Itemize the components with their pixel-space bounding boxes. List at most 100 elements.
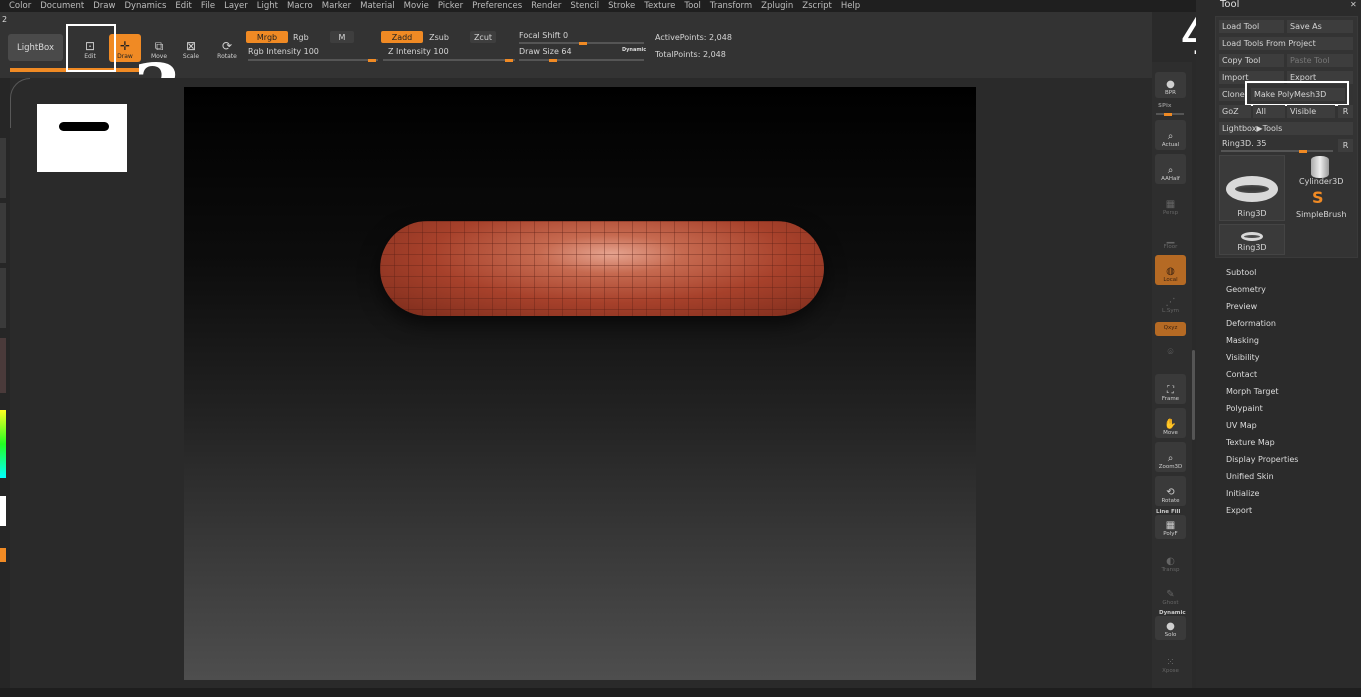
load-tool-button[interactable]: Load Tool [1219,20,1284,33]
tool-thumb-simplebrush-label[interactable]: SimpleBrush [1296,210,1346,219]
rotate-button[interactable]: ⟳ Rotate [211,34,243,62]
axis-lock-buttons[interactable]: ⌾ [1155,338,1186,368]
tool-section-contact[interactable]: Contact [1226,370,1257,379]
menu-item-preferences[interactable]: Preferences [472,1,522,11]
rgb-intensity-knob[interactable] [368,58,376,62]
tool-section-deformation[interactable]: Deformation [1226,319,1276,328]
menu-item-zplugin[interactable]: Zplugin [761,1,793,11]
menu-item-edit[interactable]: Edit [175,1,191,11]
tool-section-display-properties[interactable]: Display Properties [1226,455,1298,464]
dynamic-toggle[interactable]: Dynamic [622,47,646,53]
menu-item-transform[interactable]: Transform [710,1,752,11]
lightbox-button[interactable]: LightBox [8,34,63,61]
tool-section-texture-map[interactable]: Texture Map [1226,438,1275,447]
tool-section-morph-target[interactable]: Morph Target [1226,387,1279,396]
simplebrush-icon[interactable]: S [1312,188,1324,207]
goz-r-button[interactable]: R [1338,105,1353,118]
menu-item-help[interactable]: Help [841,1,860,11]
qxyz-button[interactable]: Qxyz [1155,322,1186,336]
floor-button[interactable]: ▁ Floor [1155,222,1186,252]
secondary-color-swatch[interactable] [0,548,6,562]
main-color-swatch[interactable] [0,496,6,526]
ring3d-slider[interactable] [1221,149,1333,153]
menu-item-stencil[interactable]: Stencil [570,1,599,11]
tool-section-visibility[interactable]: Visibility [1226,353,1260,362]
tool-section-preview[interactable]: Preview [1226,302,1257,311]
menu-item-dynamics[interactable]: Dynamics [124,1,166,11]
tray-slot[interactable] [0,138,6,198]
load-tools-from-project-button[interactable]: Load Tools From Project [1219,37,1353,50]
actual-button[interactable]: ⌕ Actual [1155,120,1186,150]
tool-section-initialize[interactable]: Initialize [1226,489,1259,498]
goz-visible-button[interactable]: Visible [1287,105,1335,118]
menu-item-material[interactable]: Material [360,1,395,11]
xpose-button[interactable]: ⁙ Xpose [1155,646,1186,676]
shelf-scrollbar[interactable] [1192,350,1195,440]
aahalf-button[interactable]: ⌕ AAHalf [1155,154,1186,184]
menu-item-macro[interactable]: Macro [287,1,313,11]
tool-section-polypaint[interactable]: Polypaint [1226,404,1263,413]
mrgb-toggle[interactable]: Mrgb [246,31,288,43]
move-view-button[interactable]: ✋ Move [1155,408,1186,438]
rotate-view-button[interactable]: ⟲ Rotate [1155,476,1186,506]
draw-size-slider[interactable] [519,58,644,62]
zadd-toggle[interactable]: Zadd [381,31,423,43]
tool-section-masking[interactable]: Masking [1226,336,1259,345]
spix-knob[interactable] [1164,112,1172,116]
cylinder3d-icon[interactable] [1311,156,1329,178]
tool-section-export[interactable]: Export [1226,506,1252,515]
menu-item-movie[interactable]: Movie [404,1,429,11]
lightbox-tools-button[interactable]: Lightbox▶Tools [1219,122,1353,135]
tool-thumb-ring3d[interactable]: Ring3D [1219,155,1285,221]
menu-item-document[interactable]: Document [40,1,84,11]
menu-item-tool[interactable]: Tool [684,1,701,11]
paste-tool-button[interactable]: Paste Tool [1287,54,1353,67]
tool-section-subtool[interactable]: Subtool [1226,268,1256,277]
clone-button[interactable]: Clone [1219,88,1247,101]
spix-slider[interactable] [1156,112,1184,116]
menu-item-texture[interactable]: Texture [644,1,675,11]
rgb-intensity-slider[interactable] [248,58,378,62]
menu-item-zscript[interactable]: Zscript [802,1,832,11]
zsub-toggle[interactable]: Zsub [427,31,451,43]
close-icon[interactable]: ✕ [1350,0,1357,9]
ghost-button[interactable]: ✎ Ghost [1155,578,1186,608]
color-picker-strip[interactable] [0,410,6,478]
local-button[interactable]: ◍ Local [1155,255,1186,285]
copy-tool-button[interactable]: Copy Tool [1219,54,1284,67]
menu-item-picker[interactable]: Picker [438,1,463,11]
z-intensity-knob[interactable] [505,58,513,62]
solo-button[interactable]: ● Solo [1155,616,1186,640]
tool-palette-title[interactable]: Tool [1220,0,1239,10]
lsym-button[interactable]: ⋰ L.Sym [1155,290,1186,316]
menu-item-marker[interactable]: Marker [322,1,351,11]
frame-button[interactable]: ⛶ Frame [1155,374,1186,404]
menu-item-color[interactable]: Color [9,1,31,11]
alpha-preview-card[interactable] [37,104,127,172]
polyf-button[interactable]: ▦ PolyF [1155,515,1186,539]
draw-size-knob[interactable] [549,58,557,62]
menu-item-render[interactable]: Render [531,1,561,11]
tray-slot[interactable] [0,268,6,328]
goz-button[interactable]: GoZ [1219,105,1251,118]
bpr-button[interactable]: ● BPR [1155,72,1186,98]
focal-shift-slider[interactable] [519,41,644,45]
tool-thumb-ring3d-small[interactable]: Ring3D [1219,224,1285,255]
tray-slot[interactable] [0,338,6,393]
tray-slot[interactable] [0,203,6,263]
document-canvas[interactable] [184,87,976,680]
tool-section-uv-map[interactable]: UV Map [1226,421,1257,430]
transp-button[interactable]: ◐ Transp [1155,545,1186,575]
focal-shift-knob[interactable] [579,41,587,45]
tool-section-unified-skin[interactable]: Unified Skin [1226,472,1274,481]
menu-item-file[interactable]: File [201,1,215,11]
goz-all-button[interactable]: All [1253,105,1285,118]
menu-item-layer[interactable]: Layer [224,1,248,11]
zcut-toggle[interactable]: Zcut [470,31,496,43]
m-toggle[interactable]: M [330,31,354,43]
menu-item-light[interactable]: Light [257,1,278,11]
capsule-mesh-model[interactable] [380,221,824,316]
tool-thumb-cylinder3d-label[interactable]: Cylinder3D [1299,177,1343,186]
ring3d-slider-knob[interactable] [1299,149,1307,153]
persp-button[interactable]: ▦ Persp [1155,188,1186,218]
